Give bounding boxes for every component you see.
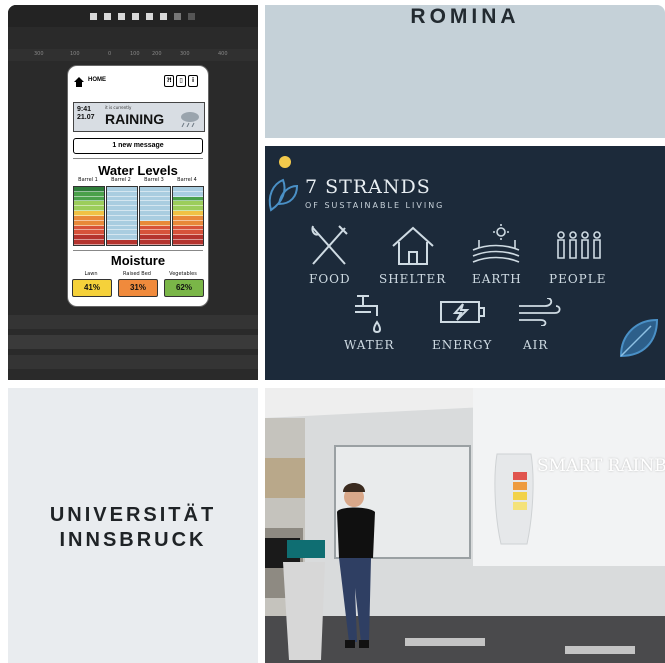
strand-label: EARTH: [472, 272, 522, 286]
weather-status-prefix: it is currently: [105, 105, 132, 110]
romina-tile: ROMINA: [265, 5, 665, 138]
rain-cloud-icon: [181, 112, 199, 127]
university-name-line1: UNIVERSITÄT: [49, 504, 217, 526]
barrel-segment: [107, 240, 137, 245]
image-collage: 300 100 0 100 200 300 400 HOME ⁈ ▯ i 9:4…: [0, 0, 665, 663]
leaf-icon: [619, 318, 659, 358]
ruler-tick: 300: [180, 51, 190, 57]
barrel-label: Barrel 3: [144, 177, 164, 183]
strands-subtitle: OF SUSTAINABLE LIVING: [305, 201, 445, 210]
strand-label: PEOPLE: [549, 272, 607, 286]
faucet-icon: [355, 295, 381, 334]
divider: [73, 250, 203, 251]
ruler: 300 100 0 100 200 300 400: [8, 49, 258, 61]
canvas-band: [8, 335, 258, 349]
university-name-line2: INNSBRUCK: [59, 529, 207, 551]
battery-icon: [440, 301, 485, 323]
strand-label: WATER: [344, 338, 395, 352]
university-tile: UNIVERSITÄT INNSBRUCK: [8, 388, 258, 663]
moisture-value: 41%: [72, 279, 112, 297]
barrel-gauge: [139, 186, 171, 246]
strands-tile: 7 STRANDS OF SUSTAINABLE LIVING FOOD SHE…: [265, 146, 665, 380]
info-icon[interactable]: i: [188, 75, 198, 87]
barrel-label: Barrel 4: [177, 177, 197, 183]
strand-label: FOOD: [309, 272, 351, 286]
strands-title: 7 STRANDS: [305, 176, 431, 198]
phone-frame: HOME ⁈ ▯ i 9:41 21.07 it is currently RAI…: [67, 65, 209, 307]
presentation-photo: SMART RAINB: [265, 388, 665, 663]
strand-label: AIR: [523, 338, 549, 352]
strand-label: SHELTER: [379, 272, 447, 286]
ruler-tick: 100: [130, 51, 140, 57]
moisture-value: 31%: [118, 279, 158, 297]
people-icon: [557, 231, 601, 259]
new-message-button[interactable]: 1 new message: [73, 138, 203, 154]
barrel-label: Barrel 1: [78, 177, 98, 183]
distribute-h-icon[interactable]: [188, 13, 195, 20]
wind-icon: [519, 298, 561, 326]
field-sun-icon: [472, 224, 520, 263]
ruler-tick: 100: [70, 51, 80, 57]
distribute-icon[interactable]: [174, 13, 181, 20]
time-date: 9:41 21.07: [77, 106, 95, 121]
barrel-segment: [140, 240, 170, 245]
ruler-tick: 0: [108, 51, 112, 57]
water-levels-title: Water Levels: [98, 163, 178, 178]
align-middle-icon[interactable]: [146, 13, 153, 20]
moisture-title: Moisture: [110, 253, 166, 268]
brand-name: ROMINA: [410, 5, 520, 28]
ruler-tick: 200: [152, 51, 162, 57]
bed-label: Lawn: [84, 271, 98, 277]
phone-nav-bar: HOME ⁈ ▯ i: [72, 73, 204, 91]
weather-condition: RAINING: [105, 111, 165, 127]
weather-card: 9:41 21.07 it is currently RAINING: [73, 102, 205, 132]
battery-icon[interactable]: ▯: [176, 75, 186, 87]
wifi-icon[interactable]: ⁈: [164, 75, 174, 87]
barrel-gauge: [73, 186, 105, 246]
app-mockup-tile: 300 100 0 100 200 300 400 HOME ⁈ ▯ i 9:4…: [8, 5, 258, 380]
house-icon: [392, 226, 434, 265]
barrel-label: Barrel 2: [111, 177, 131, 183]
photo-scene: [265, 388, 665, 663]
align-left-icon[interactable]: [90, 13, 97, 20]
barrel-gauge: [172, 186, 204, 246]
canvas-band: [8, 315, 258, 329]
align-top-icon[interactable]: [132, 13, 139, 20]
fork-knife-icon: [311, 225, 348, 265]
moisture-value: 62%: [164, 279, 204, 297]
barrel-segment: [173, 240, 203, 245]
barrel-gauge: [106, 186, 138, 246]
bed-label: Vegetables: [169, 271, 197, 277]
canvas-band: [8, 355, 258, 369]
barrel-segment: [74, 240, 104, 245]
align-bottom-icon[interactable]: [160, 13, 167, 20]
home-icon[interactable]: [74, 77, 84, 87]
editor-toolbar: [8, 5, 258, 27]
align-center-icon[interactable]: [104, 13, 111, 20]
ruler-tick: 300: [34, 51, 44, 57]
strand-label: ENERGY: [432, 338, 493, 352]
slide-title: SMART RAINB: [537, 456, 665, 476]
divider: [73, 158, 203, 159]
home-label[interactable]: HOME: [88, 77, 106, 83]
bed-label: Raised Bed: [123, 271, 151, 277]
leaf-sprig-icon: [268, 156, 299, 212]
ruler-tick: 400: [218, 51, 228, 57]
align-right-icon[interactable]: [118, 13, 125, 20]
